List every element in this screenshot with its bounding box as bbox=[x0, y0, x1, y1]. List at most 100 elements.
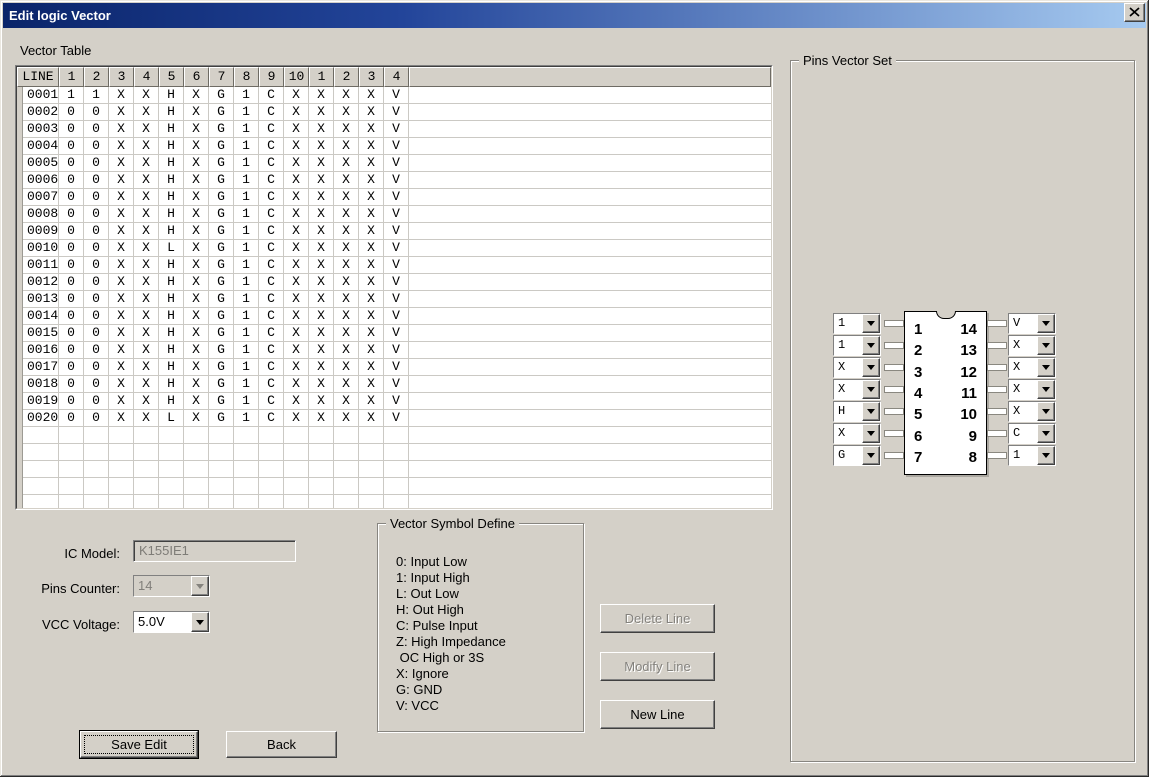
table-row[interactable]: 0016 0 0 X X H X G 1 C X X X X V bbox=[17, 342, 771, 359]
vector-cell: X bbox=[284, 359, 309, 375]
chevron-down-icon[interactable] bbox=[1037, 380, 1055, 399]
vector-cell: X bbox=[134, 410, 159, 426]
chevron-down-icon[interactable] bbox=[862, 402, 880, 421]
line-number-cell bbox=[23, 444, 59, 460]
pin-8-combo[interactable]: 1 bbox=[1008, 445, 1056, 466]
pin-value: H bbox=[834, 402, 862, 421]
column-header-line[interactable]: LINE bbox=[17, 67, 59, 87]
line-number-cell: 0008 bbox=[23, 206, 59, 222]
table-row[interactable]: 0015 0 0 X X H X G 1 C X X X X V bbox=[17, 325, 771, 342]
vector-cell: X bbox=[334, 393, 359, 409]
table-row[interactable]: 0013 0 0 X X H X G 1 C X X X X V bbox=[17, 291, 771, 308]
save-edit-button[interactable]: Save Edit bbox=[80, 731, 198, 758]
table-row[interactable]: 0001 1 1 X X H X G 1 C X X X X V bbox=[17, 87, 771, 104]
pin-7-combo[interactable]: G bbox=[833, 445, 881, 466]
vector-cell: 1 bbox=[234, 410, 259, 426]
delete-line-button: Delete Line bbox=[600, 604, 715, 633]
pin-10-combo[interactable]: X bbox=[1008, 401, 1056, 422]
pin-11-combo[interactable]: X bbox=[1008, 379, 1056, 400]
vector-cell: X bbox=[109, 308, 134, 324]
chevron-down-icon[interactable] bbox=[862, 380, 880, 399]
column-header-c5[interactable]: 5 bbox=[159, 67, 184, 87]
pin-4-combo[interactable]: X bbox=[833, 379, 881, 400]
table-row[interactable]: 0007 0 0 X X H X G 1 C X X X X V bbox=[17, 189, 771, 206]
vector-cell: X bbox=[109, 121, 134, 137]
table-row[interactable]: 0020 0 0 X X L X G 1 C X X X X V bbox=[17, 410, 771, 427]
pin-3-combo[interactable]: X bbox=[833, 357, 881, 378]
vector-cell bbox=[159, 427, 184, 443]
column-header-c14[interactable]: 4 bbox=[384, 67, 409, 87]
table-row[interactable]: 0006 0 0 X X H X G 1 C X X X X V bbox=[17, 172, 771, 189]
table-row[interactable]: 0008 0 0 X X H X G 1 C X X X X V bbox=[17, 206, 771, 223]
chevron-down-icon[interactable] bbox=[191, 612, 209, 632]
pin-value: 1 bbox=[834, 314, 862, 333]
chevron-down-icon[interactable] bbox=[1037, 336, 1055, 355]
line-number-cell: 0017 bbox=[23, 359, 59, 375]
close-button[interactable] bbox=[1124, 3, 1145, 22]
table-row[interactable]: 0011 0 0 X X H X G 1 C X X X X V bbox=[17, 257, 771, 274]
chevron-down-icon[interactable] bbox=[862, 358, 880, 377]
vector-cell bbox=[209, 461, 234, 477]
vector-cell: C bbox=[259, 325, 284, 341]
table-row[interactable]: 0014 0 0 X X H X G 1 C X X X X V bbox=[17, 308, 771, 325]
table-row[interactable]: 0012 0 0 X X H X G 1 C X X X X V bbox=[17, 274, 771, 291]
table-row[interactable]: 0018 0 0 X X H X G 1 C X X X X V bbox=[17, 376, 771, 393]
pin-value: X bbox=[834, 424, 862, 443]
pin-2-combo[interactable]: 1 bbox=[833, 335, 881, 356]
pin-14-combo[interactable]: V bbox=[1008, 313, 1056, 334]
column-header-c7[interactable]: 7 bbox=[209, 67, 234, 87]
column-header-c10[interactable]: 10 bbox=[284, 67, 309, 87]
vector-cell bbox=[59, 444, 84, 460]
column-header-c12[interactable]: 2 bbox=[334, 67, 359, 87]
pin-5-combo[interactable]: H bbox=[833, 401, 881, 422]
vector-cell: 0 bbox=[59, 291, 84, 307]
vector-cell: C bbox=[259, 393, 284, 409]
vector-cell: X bbox=[334, 138, 359, 154]
column-header-c11[interactable]: 1 bbox=[309, 67, 334, 87]
table-row[interactable]: 0003 0 0 X X H X G 1 C X X X X V bbox=[17, 121, 771, 138]
table-row[interactable]: 0009 0 0 X X H X G 1 C X X X X V bbox=[17, 223, 771, 240]
vector-cell: X bbox=[184, 87, 209, 103]
chevron-down-icon[interactable] bbox=[862, 314, 880, 333]
vector-cell: H bbox=[159, 257, 184, 273]
new-line-button[interactable]: New Line bbox=[600, 700, 715, 729]
pin-13-combo[interactable]: X bbox=[1008, 335, 1056, 356]
vector-cell: X bbox=[109, 393, 134, 409]
vector-cell: 1 bbox=[234, 291, 259, 307]
chevron-down-icon[interactable] bbox=[1037, 402, 1055, 421]
table-row[interactable]: 0005 0 0 X X H X G 1 C X X X X V bbox=[17, 155, 771, 172]
chevron-down-icon[interactable] bbox=[1037, 314, 1055, 333]
table-row[interactable]: 0017 0 0 X X H X G 1 C X X X X V bbox=[17, 359, 771, 376]
column-header-c13[interactable]: 3 bbox=[359, 67, 384, 87]
vcc-voltage-select[interactable]: 5.0V bbox=[133, 611, 210, 633]
table-row[interactable]: 0002 0 0 X X H X G 1 C X X X X V bbox=[17, 104, 771, 121]
pin-6-stub bbox=[884, 430, 904, 437]
chevron-down-icon[interactable] bbox=[1037, 446, 1055, 465]
vector-cell: 1 bbox=[59, 87, 84, 103]
chevron-down-icon[interactable] bbox=[1037, 358, 1055, 377]
pin-12-combo[interactable]: X bbox=[1008, 357, 1056, 378]
pin-value: C bbox=[1009, 424, 1037, 443]
chevron-down-icon[interactable] bbox=[862, 336, 880, 355]
vector-cell: 1 bbox=[234, 206, 259, 222]
pin-9-combo[interactable]: C bbox=[1008, 423, 1056, 444]
table-row[interactable]: 0010 0 0 X X L X G 1 C X X X X V bbox=[17, 240, 771, 257]
chevron-down-icon[interactable] bbox=[1037, 424, 1055, 443]
column-header-c1[interactable]: 1 bbox=[59, 67, 84, 87]
column-header-c2[interactable]: 2 bbox=[84, 67, 109, 87]
chevron-down-icon[interactable] bbox=[862, 446, 880, 465]
vector-cell: X bbox=[284, 138, 309, 154]
vector-cell: X bbox=[359, 189, 384, 205]
column-header-c9[interactable]: 9 bbox=[259, 67, 284, 87]
column-header-c4[interactable]: 4 bbox=[134, 67, 159, 87]
table-row[interactable]: 0019 0 0 X X H X G 1 C X X X X V bbox=[17, 393, 771, 410]
column-header-c3[interactable]: 3 bbox=[109, 67, 134, 87]
back-button[interactable]: Back bbox=[226, 731, 337, 758]
column-header-c6[interactable]: 6 bbox=[184, 67, 209, 87]
pin-6-combo[interactable]: X bbox=[833, 423, 881, 444]
chevron-down-icon[interactable] bbox=[862, 424, 880, 443]
vector-cell: X bbox=[134, 359, 159, 375]
pin-1-combo[interactable]: 1 bbox=[833, 313, 881, 334]
column-header-c8[interactable]: 8 bbox=[234, 67, 259, 87]
table-row[interactable]: 0004 0 0 X X H X G 1 C X X X X V bbox=[17, 138, 771, 155]
